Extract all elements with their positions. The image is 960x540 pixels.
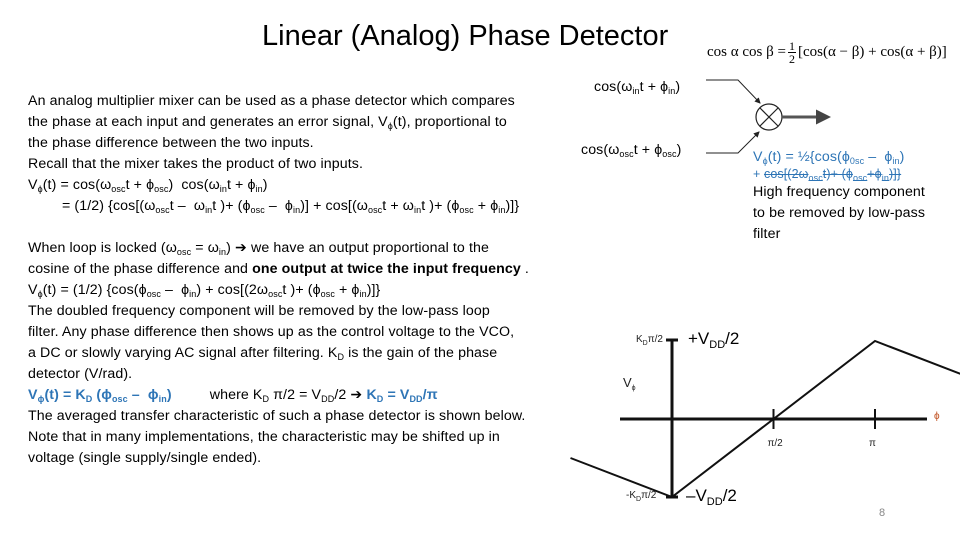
page-number: 8 [879,507,886,519]
s: DD [709,339,726,351]
y-axis-label: Vϕ [623,375,636,392]
t: /2 [725,329,740,348]
x-axis-label: ϕ [934,411,940,422]
t: π/2 [641,490,657,501]
t: π/2 [647,334,663,345]
t: V [623,375,632,390]
t: /2 [722,486,737,505]
s: ϕ [631,385,636,392]
t: -K [626,490,636,501]
bottom-tick-label: -KDπ/2 [626,490,657,503]
bottom-value-label: –VDD/2 [686,486,737,508]
t: K [636,334,643,345]
top-value-label: +VDD/2 [688,329,740,351]
x-tick-label: π/2 [767,438,783,449]
x-tick-label: π [869,438,876,449]
t: +V [688,329,710,348]
s: DD [706,496,723,508]
transfer-characteristic-graph [570,338,960,499]
t: –V [686,486,707,505]
top-tick-label: KDπ/2 [636,334,663,347]
